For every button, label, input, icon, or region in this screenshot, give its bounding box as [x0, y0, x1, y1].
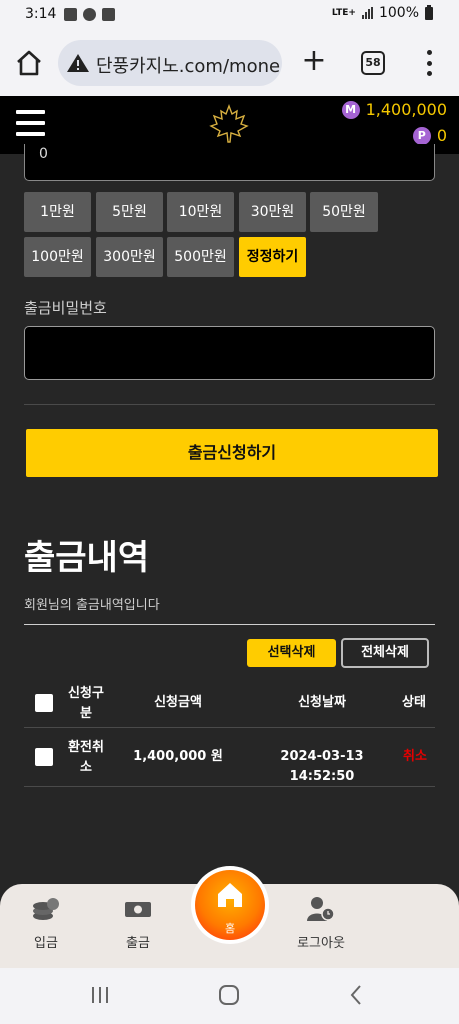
talk-icon [83, 8, 96, 21]
house-icon [218, 883, 242, 907]
clock: 3:14 [25, 6, 57, 22]
amount-button-10[interactable]: 10만원 [167, 192, 234, 232]
amount-button-100[interactable]: 100만원 [24, 237, 91, 277]
form-divider [24, 404, 435, 405]
withdraw-password-label: 출금비밀번호 [24, 299, 107, 317]
nav-logout-label: 로그아웃 [297, 936, 345, 951]
delete-all-button[interactable]: 전체삭제 [341, 638, 429, 668]
system-indicators: LTE+ 100% [331, 4, 433, 21]
withdraw-amount-input[interactable]: 0 [24, 144, 435, 181]
money-coin-icon: M [341, 100, 360, 119]
network-type: LTE+ [331, 7, 356, 18]
user-clock-icon [307, 897, 335, 921]
column-amount: 신청금액 [154, 695, 202, 710]
table-header-divider [24, 727, 435, 728]
checkbox-icon [102, 8, 115, 21]
status-bar: 3:14 LTE+ 100% [0, 0, 459, 30]
browser-home-icon[interactable] [14, 48, 44, 78]
tab-switcher-button[interactable]: 58 [361, 51, 385, 75]
withdraw-submit-button[interactable]: 출금신청하기 [26, 429, 438, 477]
nav-deposit-label: 입금 [34, 936, 58, 951]
battery-icon [425, 4, 433, 20]
cash-icon [125, 902, 151, 917]
row-date: 2024-03-13 14:52:50 [280, 749, 364, 784]
table-row-divider [24, 786, 435, 787]
row-checkbox[interactable] [35, 748, 53, 766]
row-amount: 1,400,000 원 [133, 749, 223, 764]
column-type-line2: 분 [80, 706, 92, 721]
point-coin-icon: P [412, 126, 431, 145]
nav-home-label: 홈 [224, 922, 236, 935]
nav-deposit[interactable]: 입금 [25, 896, 67, 951]
column-type-line1: 신청구 [68, 686, 104, 701]
history-divider [24, 624, 435, 625]
money-balance: M 1,400,000 [341, 100, 447, 119]
column-type: 신청구 분 [60, 684, 112, 724]
notification-icons [64, 8, 115, 21]
row-type-line1: 환전취 [68, 740, 104, 755]
maple-leaf-logo[interactable] [209, 104, 249, 144]
nav-home-button[interactable]: 홈 [191, 866, 269, 944]
warning-icon[interactable] [66, 53, 90, 73]
money-balance-value: 1,400,000 [365, 100, 447, 119]
delete-selected-button[interactable]: 선택삭제 [247, 639, 336, 667]
select-all-checkbox[interactable] [35, 694, 53, 712]
column-date: 신청날짜 [298, 695, 346, 710]
gallery-icon [64, 8, 77, 21]
browser-menu-icon[interactable] [426, 50, 432, 76]
reset-amount-button[interactable]: 정정하기 [239, 237, 306, 277]
row-status: 취소 [403, 749, 427, 764]
amount-button-1[interactable]: 1만원 [24, 192, 91, 232]
row-type-line2: 소 [80, 760, 92, 775]
history-title: 출금내역 [24, 538, 150, 578]
battery-level: 100% [378, 5, 419, 21]
nav-withdraw[interactable]: 출금 [117, 896, 159, 951]
url-text[interactable]: 단풍카지노.com/mone [96, 52, 280, 78]
history-subtitle: 회원님의 출금내역입니다 [24, 598, 160, 613]
nav-home-circle: 홈 [195, 870, 265, 940]
back-icon[interactable] [348, 984, 364, 1006]
signal-icon [361, 7, 373, 19]
address-bar[interactable]: 단풍카지노.com/mone [58, 40, 282, 86]
amount-value[interactable]: 0 [39, 146, 48, 162]
amount-button-5[interactable]: 5만원 [96, 192, 163, 232]
amount-button-300[interactable]: 300만원 [96, 237, 163, 277]
row-type: 환전취 소 [60, 738, 112, 778]
system-home-icon[interactable] [218, 984, 240, 1006]
coins-icon [33, 898, 59, 920]
point-balance-value: 0 [436, 126, 447, 145]
amount-button-30[interactable]: 30만원 [239, 192, 306, 232]
amount-button-500[interactable]: 500만원 [167, 237, 234, 277]
browser-toolbar: 단풍카지노.com/mone + 58 [0, 30, 459, 96]
withdraw-password-input[interactable] [24, 326, 435, 380]
new-tab-icon[interactable]: + [300, 46, 328, 76]
system-nav-bar [0, 968, 459, 1024]
recent-apps-icon[interactable] [90, 986, 110, 1004]
nav-withdraw-label: 출금 [126, 936, 150, 951]
point-balance: P 0 [412, 126, 447, 145]
nav-logout[interactable]: 로그아웃 [290, 896, 352, 951]
amount-button-50[interactable]: 50만원 [310, 192, 378, 232]
hamburger-menu-icon[interactable] [16, 110, 45, 136]
column-status: 상태 [402, 695, 426, 710]
